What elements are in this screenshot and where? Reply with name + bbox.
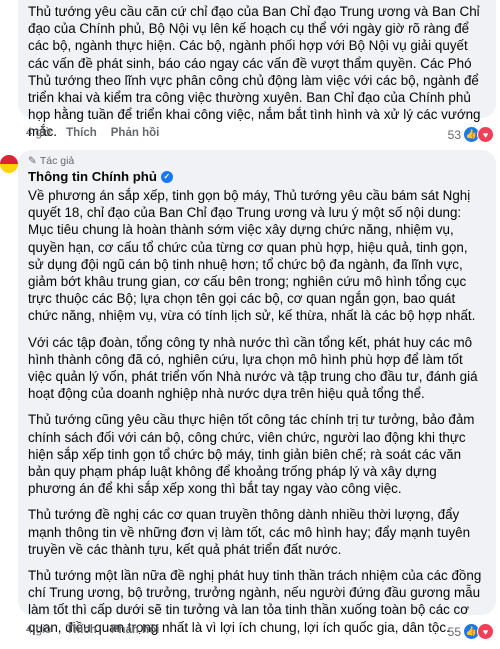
- like-button[interactable]: Thích: [66, 127, 97, 139]
- avatar[interactable]: [0, 155, 18, 173]
- comment-paragraph: Với các tập đoàn, tổng công ty nhà nước …: [28, 334, 478, 402]
- reactions-1[interactable]: 53 👍 ♥: [448, 126, 494, 143]
- reaction-count: 53: [447, 127, 461, 142]
- reaction-count: 55: [447, 624, 461, 639]
- comment-bubble-1: Thủ tướng yêu cầu căn cứ chỉ đạo của Ban…: [18, 0, 496, 139]
- love-icon: ♥: [477, 623, 494, 640]
- verified-badge-icon: ✓: [160, 170, 173, 183]
- love-icon: ♥: [477, 126, 494, 143]
- comment-paragraph: Thủ tướng đề nghị các cơ quan truyền thô…: [28, 507, 471, 557]
- reply-button[interactable]: Phản hồi: [111, 624, 160, 636]
- pen-icon: ✎: [28, 155, 37, 167]
- author-name[interactable]: Thông tin Chính phủ ✓: [28, 169, 486, 184]
- comment-time[interactable]: 4 giờ: [26, 127, 52, 139]
- comment-bubble-2: ✎ Tác giả Thông tin Chính phủ ✓ Về phươn…: [18, 150, 496, 635]
- reply-button[interactable]: Phản hồi: [111, 127, 160, 139]
- like-button[interactable]: Thích: [66, 624, 97, 636]
- comment-time[interactable]: 4 giờ: [26, 624, 52, 636]
- reactions-2[interactable]: 55 👍 ♥: [448, 623, 494, 640]
- author-tag: ✎ Tác giả: [28, 155, 75, 167]
- comment-paragraph: Về phương án sắp xếp, tinh gọn bộ máy, T…: [28, 188, 476, 324]
- comment-actions-2: 4 giờ Thích Phản hồi: [26, 624, 159, 636]
- comment-text: Thủ tướng yêu cầu căn cứ chỉ đạo của Ban…: [28, 4, 481, 140]
- comment-paragraph: Thủ tướng cũng yêu cầu thực hiện tốt côn…: [28, 412, 475, 497]
- comment-actions-1: 4 giờ Thích Phản hồi: [26, 127, 159, 139]
